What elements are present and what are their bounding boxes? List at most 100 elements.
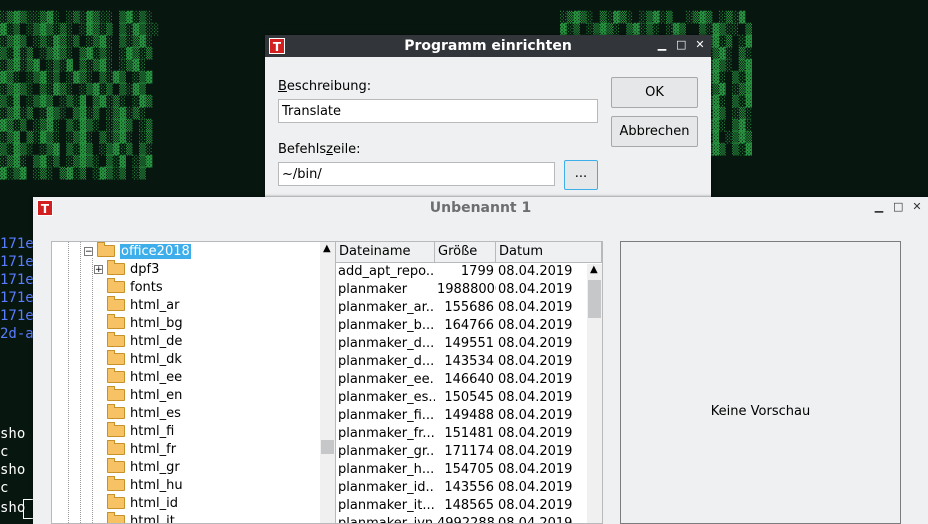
table-row[interactable]: planmaker_h... 154705 08.04.2019 <box>336 462 586 480</box>
tree-item[interactable]: html_ee <box>107 368 182 386</box>
table-row[interactable]: add_apt_repo... 1799 08.04.2019 <box>336 264 586 282</box>
close-icon[interactable]: ✕ <box>912 201 922 213</box>
table-row[interactable]: planmaker_ee... 146640 08.04.2019 <box>336 372 586 390</box>
terminal-line: 171e <box>0 290 34 306</box>
terminal-line: sho <box>0 500 26 516</box>
maximize-icon[interactable]: □ <box>676 39 686 51</box>
tree-item-label: dpf3 <box>130 261 160 277</box>
file-size: 1799 <box>460 264 494 279</box>
label-text: Befehls <box>278 142 327 157</box>
maximize-icon[interactable]: □ <box>893 201 903 213</box>
beschreibung-label: Beschreibung: <box>278 79 371 94</box>
tree-item[interactable]: html_hu <box>107 476 183 494</box>
tree-item[interactable]: html_ar <box>107 296 179 314</box>
tree-item[interactable]: html_de <box>107 332 182 350</box>
tree-item[interactable]: html_id <box>107 494 178 512</box>
folder-icon <box>107 422 125 437</box>
folder-icon <box>107 404 125 419</box>
column-header-size[interactable]: Größe <box>435 242 496 262</box>
table-row[interactable]: planmaker_it.... 148565 08.04.2019 <box>336 498 586 516</box>
terminal-line: 171e <box>0 254 34 270</box>
table-row[interactable]: planmaker 1988800008.04.2019 <box>336 282 586 300</box>
table-row[interactable]: planmaker_jvn... 4992288 08.04.2019 <box>336 516 586 524</box>
table-row[interactable]: planmaker_fi.... 149488 08.04.2019 <box>336 408 586 426</box>
minimize-icon[interactable]: ▁ <box>874 201 884 213</box>
collapse-icon[interactable]: − <box>84 246 93 256</box>
scrollbar-thumb[interactable] <box>321 440 334 454</box>
file-name: add_apt_repo... <box>338 264 435 279</box>
accelerator-key: B <box>278 79 287 94</box>
table-row[interactable]: planmaker_d... 149551 08.04.2019 <box>336 336 586 354</box>
table-row[interactable]: planmaker_gr... 171174 08.04.2019 <box>336 444 586 462</box>
folder-icon <box>107 386 125 401</box>
column-header-name[interactable]: Dateiname <box>336 242 435 262</box>
file-date: 08.04.2019 <box>498 498 573 513</box>
file-size: 171174 <box>444 444 494 459</box>
cancel-button[interactable]: Abbrechen <box>611 116 698 147</box>
file-list-scrollbar[interactable]: ▲ <box>587 264 602 523</box>
table-row[interactable]: planmaker_b... 164766 08.04.2019 <box>336 318 586 336</box>
file-date: 08.04.2019 <box>498 354 573 369</box>
file-date: 08.04.2019 <box>498 264 573 279</box>
scrollbar-thumb[interactable] <box>588 280 601 318</box>
file-size: 154705 <box>444 462 494 477</box>
tree-item-label: html_fi <box>130 423 175 439</box>
file-date: 08.04.2019 <box>498 444 573 459</box>
file-name: planmaker_ar... <box>338 300 435 315</box>
tree-item[interactable]: + dpf3 <box>94 260 159 278</box>
expand-icon[interactable]: + <box>94 264 103 274</box>
tree-item-root[interactable]: − office2018 <box>84 242 191 260</box>
befehlszeile-label: Befehlszeile: <box>278 142 361 157</box>
tree-item-label: html_gr <box>130 459 180 475</box>
file-list[interactable]: Dateiname Größe Datum add_apt_repo... 179… <box>335 241 603 524</box>
tree-item[interactable]: fonts <box>107 278 163 296</box>
file-size: 4992288 <box>437 516 495 524</box>
file-date: 08.04.2019 <box>498 336 573 351</box>
table-row[interactable]: planmaker_es... 150545 08.04.2019 <box>336 390 586 408</box>
beschreibung-input[interactable]: Translate <box>278 99 598 123</box>
folder-tree[interactable]: − office2018 + dpf3 fonts html_ar html_b… <box>51 241 336 524</box>
folder-icon <box>107 494 125 509</box>
file-name: planmaker_b... <box>338 318 435 333</box>
scroll-up-icon[interactable]: ▲ <box>590 264 598 275</box>
table-row[interactable]: planmaker_ar... 155686 08.04.2019 <box>336 300 586 318</box>
terminal-noise: ░▒▓▒░░▒▓░ ░▒░▓▒░░ ▒▓░▒░ ▓░▒ ░▒▓▒░▒░ ░▓▒░… <box>0 11 159 180</box>
file-size: 164766 <box>444 318 494 333</box>
file-size: 155686 <box>444 300 494 315</box>
file-name: planmaker_it.... <box>338 498 435 513</box>
table-row[interactable]: planmaker_d... 143534 08.04.2019 <box>336 354 586 372</box>
close-icon[interactable]: ✕ <box>695 39 705 51</box>
tree-item[interactable]: html_bg <box>107 314 183 332</box>
scroll-up-icon[interactable]: ▲ <box>323 243 331 254</box>
terminal-line: c <box>0 444 9 460</box>
tree-item-label: html_fr <box>130 441 177 457</box>
tree-item[interactable]: html_gr <box>107 458 180 476</box>
befehlszeile-input[interactable]: ~/bin/ <box>278 162 555 186</box>
file-size: 149551 <box>444 336 494 351</box>
tree-item[interactable]: html_fr <box>107 440 176 458</box>
tree-item[interactable]: html_es <box>107 404 181 422</box>
tree-item[interactable]: html_en <box>107 386 182 404</box>
tree-item[interactable]: html_it <box>107 512 175 523</box>
table-row[interactable]: planmaker_fr.... 151481 08.04.2019 <box>336 426 586 444</box>
tree-item[interactable]: html_dk <box>107 350 182 368</box>
folder-open-icon <box>97 242 115 257</box>
minimize-icon[interactable]: ▁ <box>657 39 667 51</box>
file-size: 143556 <box>444 480 494 495</box>
tree-item-label: html_dk <box>130 351 182 367</box>
dialog-titlebar[interactable]: T Programm einrichten ▁ □ ✕ <box>265 35 711 57</box>
table-row[interactable]: planmaker_id... 143556 08.04.2019 <box>336 480 586 498</box>
browse-button[interactable]: ... <box>564 160 598 190</box>
terminal-line: c <box>0 480 9 496</box>
folder-icon <box>107 476 125 491</box>
file-size: 146640 <box>444 372 494 387</box>
folder-icon <box>107 368 125 383</box>
ok-button[interactable]: OK <box>611 77 698 108</box>
file-date: 08.04.2019 <box>498 372 573 387</box>
tree-item[interactable]: html_fi <box>107 422 174 440</box>
column-header-date[interactable]: Datum <box>496 242 602 262</box>
file-date: 08.04.2019 <box>498 318 573 333</box>
tree-scrollbar[interactable]: ▲ <box>320 242 335 523</box>
window-titlebar[interactable]: T Unbenannt 1 ▁ □ ✕ <box>33 197 928 219</box>
program-setup-dialog: T Programm einrichten ▁ □ ✕ Beschreibung… <box>265 35 711 197</box>
